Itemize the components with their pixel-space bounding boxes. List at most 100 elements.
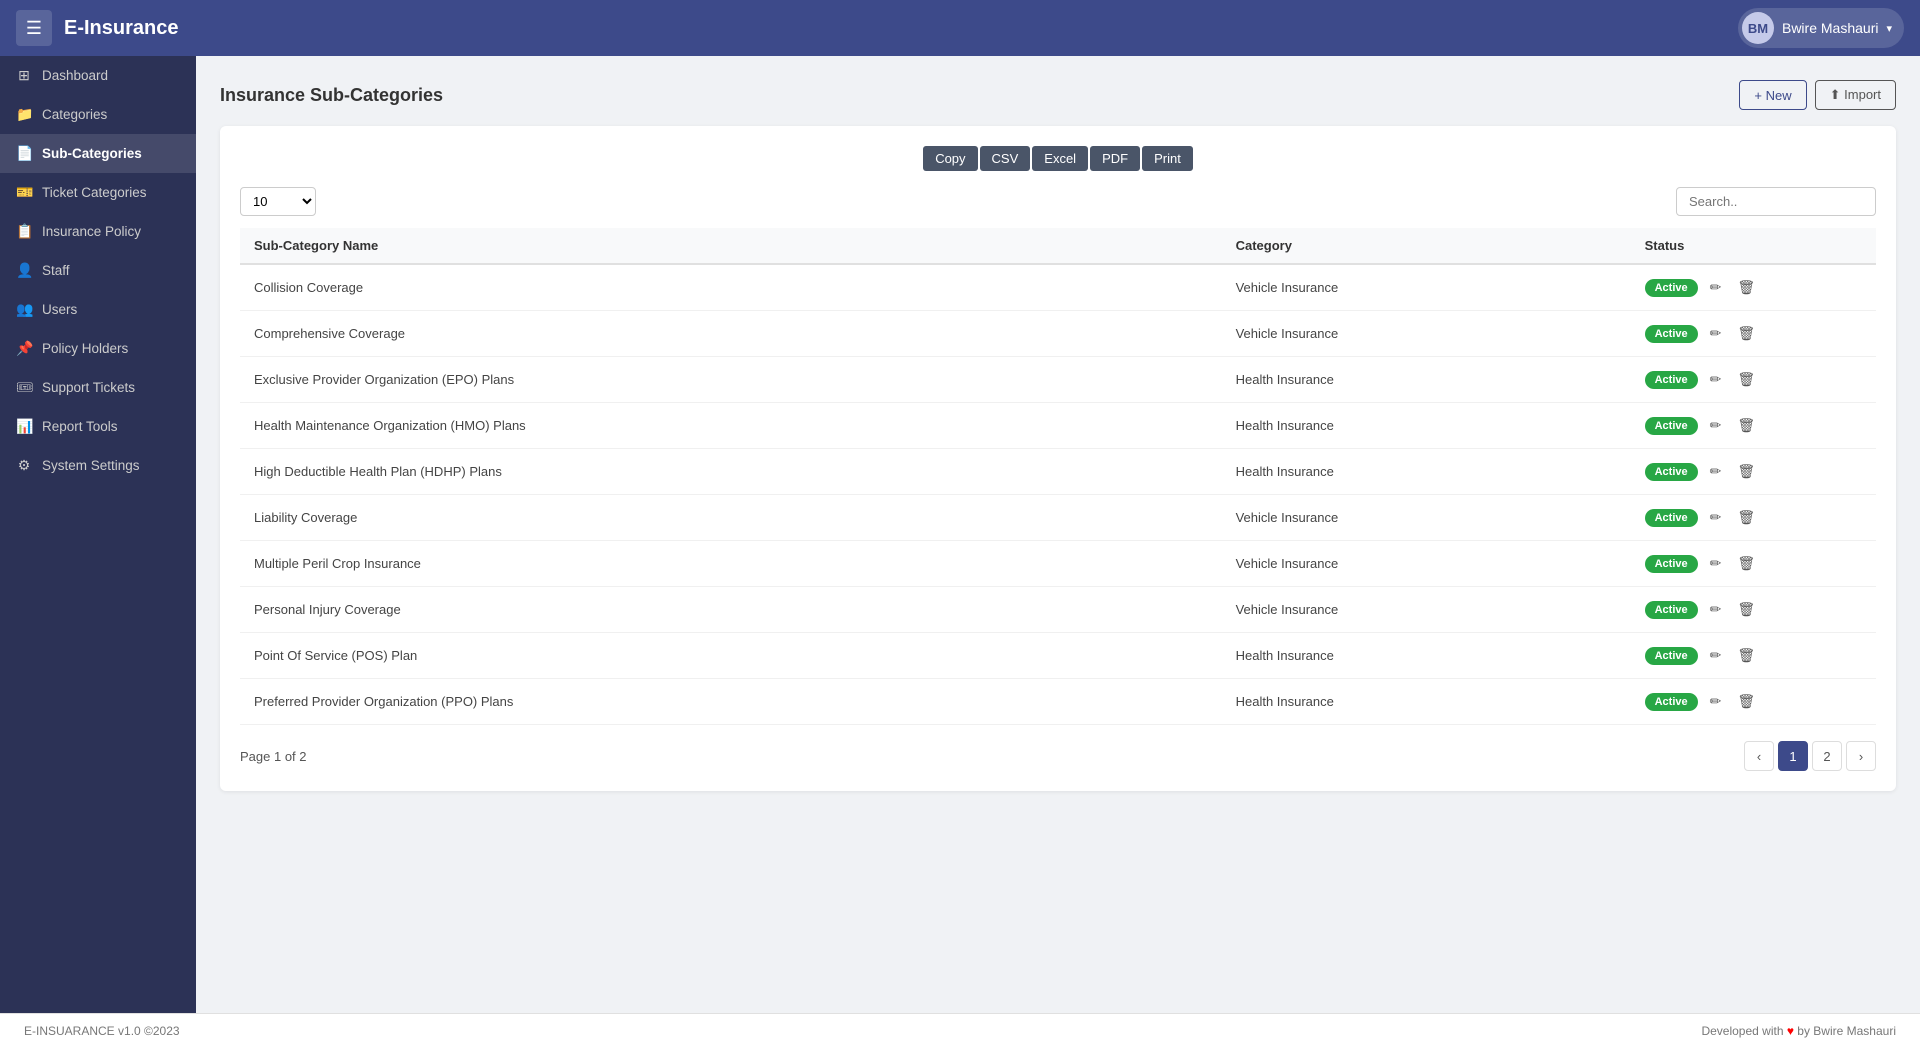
cell-name: Health Maintenance Organization (HMO) Pl… bbox=[240, 403, 1222, 449]
status-badge: Active bbox=[1645, 417, 1698, 435]
table-row: Collision Coverage Vehicle Insurance Act… bbox=[240, 264, 1876, 311]
sidebar-item-users[interactable]: 👥 Users bbox=[0, 290, 196, 329]
user-name: Bwire Mashauri bbox=[1782, 20, 1878, 36]
col-header-status: Status bbox=[1631, 228, 1876, 264]
support-tickets-icon: 🎟 bbox=[16, 379, 32, 396]
col-header-category: Category bbox=[1222, 228, 1631, 264]
sidebar-label-ticket-categories: Ticket Categories bbox=[42, 185, 147, 200]
delete-button[interactable]: 🗑 bbox=[1733, 277, 1759, 298]
cell-category: Health Insurance bbox=[1222, 449, 1631, 495]
cell-category: Health Insurance bbox=[1222, 679, 1631, 725]
delete-button[interactable]: 🗑 bbox=[1733, 599, 1759, 620]
system-settings-icon: ⚙ bbox=[16, 457, 32, 474]
import-button[interactable]: ⬆ Import bbox=[1815, 80, 1896, 110]
sidebar-item-sub-categories[interactable]: 📄 Sub-Categories bbox=[0, 134, 196, 173]
table-row: Personal Injury Coverage Vehicle Insuran… bbox=[240, 587, 1876, 633]
edit-button[interactable]: ✏ bbox=[1706, 507, 1726, 528]
export-csv-button[interactable]: CSV bbox=[980, 146, 1031, 171]
sidebar-item-ticket-categories[interactable]: 🎫 Ticket Categories bbox=[0, 173, 196, 212]
table-row: High Deductible Health Plan (HDHP) Plans… bbox=[240, 449, 1876, 495]
sidebar-item-categories[interactable]: 📁 Categories bbox=[0, 95, 196, 134]
cell-name: High Deductible Health Plan (HDHP) Plans bbox=[240, 449, 1222, 495]
delete-button[interactable]: 🗑 bbox=[1733, 553, 1759, 574]
sidebar-item-support-tickets[interactable]: 🎟 Support Tickets bbox=[0, 368, 196, 407]
table-controls: 10 25 50 100 bbox=[240, 187, 1876, 216]
export-excel-button[interactable]: Excel bbox=[1032, 146, 1088, 171]
sidebar-item-system-settings[interactable]: ⚙ System Settings bbox=[0, 446, 196, 485]
export-copy-button[interactable]: Copy bbox=[923, 146, 977, 171]
cell-category: Vehicle Insurance bbox=[1222, 541, 1631, 587]
export-bar: Copy CSV Excel PDF Print bbox=[240, 146, 1876, 171]
sidebar-label-policy-holders: Policy Holders bbox=[42, 341, 128, 356]
delete-button[interactable]: 🗑 bbox=[1733, 691, 1759, 712]
avatar: BM bbox=[1742, 12, 1774, 44]
sidebar-item-dashboard[interactable]: ⊞ Dashboard bbox=[0, 56, 196, 95]
cell-name: Point Of Service (POS) Plan bbox=[240, 633, 1222, 679]
edit-button[interactable]: ✏ bbox=[1706, 415, 1726, 436]
edit-button[interactable]: ✏ bbox=[1706, 691, 1726, 712]
cell-category: Vehicle Insurance bbox=[1222, 587, 1631, 633]
navbar-right: BM Bwire Mashauri ▾ bbox=[1738, 8, 1904, 48]
delete-button[interactable]: 🗑 bbox=[1733, 507, 1759, 528]
sidebar-label-insurance-policy: Insurance Policy bbox=[42, 224, 141, 239]
cell-category: Vehicle Insurance bbox=[1222, 311, 1631, 357]
report-tools-icon: 📊 bbox=[16, 418, 32, 435]
edit-button[interactable]: ✏ bbox=[1706, 277, 1726, 298]
delete-button[interactable]: 🗑 bbox=[1733, 323, 1759, 344]
sub-categories-table: Sub-Category Name Category Status Collis… bbox=[240, 228, 1876, 725]
export-print-button[interactable]: Print bbox=[1142, 146, 1193, 171]
sidebar-item-insurance-policy[interactable]: 📋 Insurance Policy bbox=[0, 212, 196, 251]
cell-category: Health Insurance bbox=[1222, 403, 1631, 449]
footer-right: Developed with ♥ by Bwire Mashauri bbox=[1701, 1024, 1896, 1038]
main-card: Copy CSV Excel PDF Print 10 25 50 100 bbox=[220, 126, 1896, 791]
page-info: Page 1 of 2 bbox=[240, 749, 307, 764]
edit-button[interactable]: ✏ bbox=[1706, 323, 1726, 344]
edit-button[interactable]: ✏ bbox=[1706, 369, 1726, 390]
sidebar-label-users: Users bbox=[42, 302, 77, 317]
sidebar-item-policy-holders[interactable]: 📌 Policy Holders bbox=[0, 329, 196, 368]
col-header-name: Sub-Category Name bbox=[240, 228, 1222, 264]
table-row: Liability Coverage Vehicle Insurance Act… bbox=[240, 495, 1876, 541]
delete-button[interactable]: 🗑 bbox=[1733, 461, 1759, 482]
page-2-button[interactable]: 2 bbox=[1812, 741, 1842, 771]
edit-button[interactable]: ✏ bbox=[1706, 599, 1726, 620]
table-row: Multiple Peril Crop Insurance Vehicle In… bbox=[240, 541, 1876, 587]
cell-status: Active ✏ 🗑 bbox=[1631, 357, 1876, 403]
sidebar-item-report-tools[interactable]: 📊 Report Tools bbox=[0, 407, 196, 446]
user-menu[interactable]: BM Bwire Mashauri ▾ bbox=[1738, 8, 1904, 48]
edit-button[interactable]: ✏ bbox=[1706, 645, 1726, 666]
export-pdf-button[interactable]: PDF bbox=[1090, 146, 1140, 171]
sidebar-item-staff[interactable]: 👤 Staff bbox=[0, 251, 196, 290]
cell-name: Liability Coverage bbox=[240, 495, 1222, 541]
cell-name: Personal Injury Coverage bbox=[240, 587, 1222, 633]
delete-button[interactable]: 🗑 bbox=[1733, 645, 1759, 666]
page-1-button[interactable]: 1 bbox=[1778, 741, 1808, 771]
cell-status: Active ✏ 🗑 bbox=[1631, 633, 1876, 679]
table-header-row: Sub-Category Name Category Status bbox=[240, 228, 1876, 264]
prev-page-button[interactable]: ‹ bbox=[1744, 741, 1774, 771]
cell-status: Active ✏ 🗑 bbox=[1631, 264, 1876, 311]
status-badge: Active bbox=[1645, 325, 1698, 343]
search-input[interactable] bbox=[1676, 187, 1876, 216]
cell-status: Active ✏ 🗑 bbox=[1631, 587, 1876, 633]
page-header: Insurance Sub-Categories + New ⬆ Import bbox=[220, 80, 1896, 110]
status-badge: Active bbox=[1645, 555, 1698, 573]
edit-button[interactable]: ✏ bbox=[1706, 553, 1726, 574]
delete-button[interactable]: 🗑 bbox=[1733, 369, 1759, 390]
navbar: ☰ E-Insurance BM Bwire Mashauri ▾ bbox=[0, 0, 1920, 56]
edit-button[interactable]: ✏ bbox=[1706, 461, 1726, 482]
categories-icon: 📁 bbox=[16, 106, 32, 123]
next-page-button[interactable]: › bbox=[1846, 741, 1876, 771]
policy-holders-icon: 📌 bbox=[16, 340, 32, 357]
cell-category: Vehicle Insurance bbox=[1222, 495, 1631, 541]
per-page-select[interactable]: 10 25 50 100 bbox=[240, 187, 316, 216]
sidebar-label-sub-categories: Sub-Categories bbox=[42, 146, 142, 161]
delete-button[interactable]: 🗑 bbox=[1733, 415, 1759, 436]
cell-status: Active ✏ 🗑 bbox=[1631, 541, 1876, 587]
cell-status: Active ✏ 🗑 bbox=[1631, 495, 1876, 541]
new-button[interactable]: + New bbox=[1739, 80, 1806, 110]
status-badge: Active bbox=[1645, 647, 1698, 665]
sidebar: ⊞ Dashboard 📁 Categories 📄 Sub-Categorie… bbox=[0, 56, 196, 1013]
status-badge: Active bbox=[1645, 463, 1698, 481]
hamburger-button[interactable]: ☰ bbox=[16, 10, 52, 46]
